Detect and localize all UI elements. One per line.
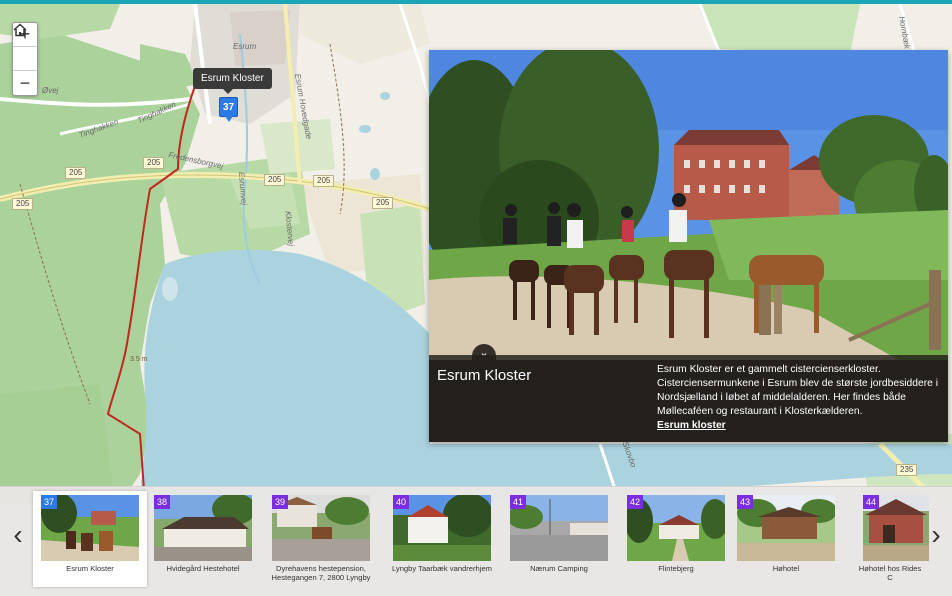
map-zoom-controls: + − bbox=[12, 22, 38, 96]
carousel-thumbnail: 40 bbox=[393, 495, 491, 561]
road-number-label: 205 bbox=[264, 174, 286, 186]
carousel-card-label: Høhotel bbox=[772, 564, 800, 573]
home-button[interactable] bbox=[13, 23, 37, 71]
carousel-card[interactable]: 42 Flintebjerg bbox=[619, 491, 733, 587]
carousel-thumbnail: 39 bbox=[272, 495, 370, 561]
distance-label: 3.5 m bbox=[130, 356, 148, 363]
panel-link[interactable]: Esrum kloster bbox=[657, 419, 945, 433]
zoom-out-button[interactable]: − bbox=[13, 71, 37, 95]
marker-tooltip: Esrum Kloster bbox=[193, 68, 272, 94]
home-icon bbox=[13, 23, 27, 37]
carousel-number-badge: 41 bbox=[510, 495, 526, 509]
thumbnail-carousel: ‹ 37 Esrum Kloster 38 Hvidegård Hestehot bbox=[0, 486, 952, 596]
carousel-number-badge: 40 bbox=[393, 495, 409, 509]
road-number-label: 235 bbox=[896, 464, 918, 476]
panel-title: Esrum Kloster bbox=[437, 367, 532, 384]
carousel-thumbnail: 44 bbox=[863, 495, 929, 561]
map-marker[interactable]: 37 bbox=[219, 97, 238, 122]
carousel-card-label: Høhotel hos Rides C bbox=[858, 564, 922, 582]
carousel-number-badge: 42 bbox=[627, 495, 643, 509]
place-label: Esrum bbox=[233, 42, 257, 51]
carousel-card-label: Nærum Camping bbox=[530, 564, 588, 573]
panel-caption: Esrum Kloster Esrum Kloster er et gammel… bbox=[429, 355, 948, 442]
carousel-prev-button[interactable]: ‹ bbox=[6, 517, 30, 553]
carousel-thumbnail: 38 bbox=[154, 495, 252, 561]
carousel-card-label: Dyrehavens hestepension, Hestegangen 7, … bbox=[271, 564, 371, 582]
carousel-card[interactable]: 38 Hvidegård Hestehotel bbox=[146, 491, 260, 587]
info-panel: ⌄ Esrum Kloster Esrum Kloster er et gamm… bbox=[429, 50, 948, 442]
carousel-number-badge: 37 bbox=[41, 495, 57, 509]
carousel-card[interactable]: 37 Esrum Kloster bbox=[33, 491, 147, 587]
road-number-label: 205 bbox=[313, 175, 335, 187]
carousel-number-badge: 38 bbox=[154, 495, 170, 509]
carousel-card-label: Flintebjerg bbox=[658, 564, 694, 573]
carousel-number-badge: 43 bbox=[737, 495, 753, 509]
street-label: Øvej bbox=[42, 86, 59, 95]
carousel-number-badge: 44 bbox=[863, 495, 879, 509]
carousel-card-label: Lyngby Taarbæk vandrerhjem bbox=[391, 564, 493, 573]
road-number-label: 205 bbox=[143, 157, 165, 169]
carousel-next-button[interactable]: › bbox=[924, 517, 948, 553]
carousel-card[interactable]: 39 Dyrehavens hestepension, Hestegangen … bbox=[264, 491, 378, 587]
road-number-label: 205 bbox=[65, 167, 87, 179]
carousel-thumbnail: 42 bbox=[627, 495, 725, 561]
panel-description-text: Esrum Kloster er et gammelt cisterciense… bbox=[657, 364, 938, 417]
carousel-card[interactable]: 40 Lyngby Taarbæk vandrerhjem bbox=[385, 491, 499, 587]
carousel-thumbnail: 43 bbox=[737, 495, 835, 561]
chevron-right-icon: › bbox=[931, 519, 941, 550]
carousel-card[interactable]: 43 Høhotel bbox=[729, 491, 843, 587]
panel-description: Esrum Kloster er et gammelt cisterciense… bbox=[657, 363, 945, 433]
chevron-left-icon: ‹ bbox=[13, 519, 23, 550]
carousel-card-label: Esrum Kloster bbox=[66, 564, 114, 573]
carousel-card-label: Hvidegård Hestehotel bbox=[166, 564, 240, 573]
road-number-label: 205 bbox=[12, 198, 34, 210]
carousel-thumbnail: 41 bbox=[510, 495, 608, 561]
road-number-label: 205 bbox=[372, 197, 394, 209]
carousel-card[interactable]: 44 Høhotel hos Rides C bbox=[855, 491, 929, 587]
carousel-thumbnail: 37 bbox=[41, 495, 139, 561]
carousel-card[interactable]: 41 Nærum Camping bbox=[502, 491, 616, 587]
carousel-number-badge: 39 bbox=[272, 495, 288, 509]
